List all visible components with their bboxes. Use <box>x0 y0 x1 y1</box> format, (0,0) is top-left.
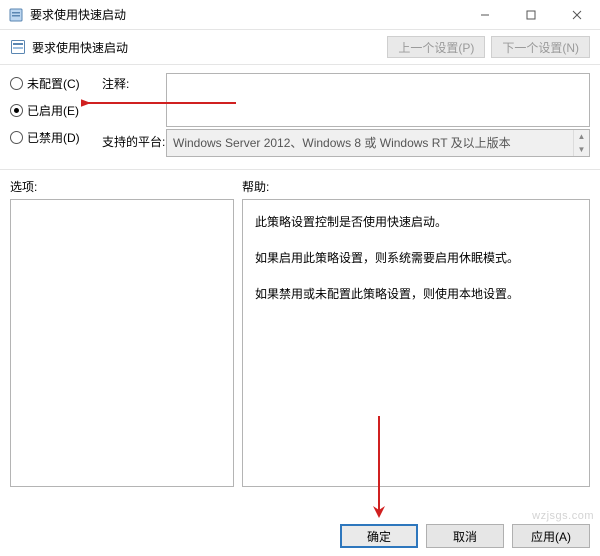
radio-circle-icon <box>10 131 23 144</box>
help-paragraph: 如果禁用或未配置此策略设置，则使用本地设置。 <box>255 282 577 306</box>
radio-label: 已启用(E) <box>27 102 79 119</box>
app-icon <box>8 7 24 23</box>
scroll-down-icon[interactable]: ▼ <box>574 143 589 156</box>
title-bar: 要求使用快速启动 <box>0 0 600 30</box>
radio-disabled[interactable]: 已禁用(D) <box>10 129 98 146</box>
scrollbar[interactable]: ▲ ▼ <box>573 130 589 156</box>
watermark: wzjsgs.com <box>532 510 594 522</box>
radio-enabled[interactable]: 已启用(E) <box>10 102 98 119</box>
radio-circle-icon <box>10 77 23 90</box>
policy-title: 要求使用快速启动 <box>32 39 128 56</box>
supported-on-label: 支持的平台: <box>102 127 162 150</box>
next-setting-button[interactable]: 下一个设置(N) <box>491 36 590 58</box>
minimize-button[interactable] <box>462 0 508 30</box>
previous-setting-button[interactable]: 上一个设置(P) <box>387 36 485 58</box>
supported-on-text: Windows Server 2012、Windows 8 或 Windows … <box>173 136 511 150</box>
radio-circle-icon <box>10 104 23 117</box>
settings-area: 未配置(C) 已启用(E) 已禁用(D) 注释: 支持的平台: Windows … <box>0 65 600 157</box>
help-panel: 此策略设置控制是否使用快速启动。 如果启用此策略设置，则系统需要启用休眠模式。 … <box>242 199 590 487</box>
policy-icon <box>10 39 26 55</box>
help-label: 帮助: <box>242 178 269 195</box>
supported-on-field: Windows Server 2012、Windows 8 或 Windows … <box>166 129 590 157</box>
cancel-button[interactable]: 取消 <box>426 524 504 548</box>
comment-label: 注释: <box>102 73 162 92</box>
radio-label: 未配置(C) <box>27 75 80 92</box>
apply-button[interactable]: 应用(A) <box>512 524 590 548</box>
radio-not-configured[interactable]: 未配置(C) <box>10 75 98 92</box>
maximize-button[interactable] <box>508 0 554 30</box>
lower-labels: 选项: 帮助: <box>0 170 600 199</box>
policy-header: 要求使用快速启动 上一个设置(P) 下一个设置(N) <box>0 30 600 62</box>
lower-panels: 此策略设置控制是否使用快速启动。 如果启用此策略设置，则系统需要启用休眠模式。 … <box>0 199 600 487</box>
window-controls <box>462 0 600 30</box>
options-label: 选项: <box>10 178 242 195</box>
close-button[interactable] <box>554 0 600 30</box>
help-paragraph: 此策略设置控制是否使用快速启动。 <box>255 210 577 234</box>
help-paragraph: 如果启用此策略设置，则系统需要启用休眠模式。 <box>255 246 577 270</box>
state-radio-group: 未配置(C) 已启用(E) 已禁用(D) <box>10 73 98 146</box>
comment-input[interactable] <box>166 73 590 127</box>
ok-button[interactable]: 确定 <box>340 524 418 548</box>
window-title: 要求使用快速启动 <box>30 6 126 23</box>
dialog-footer: 确定 取消 应用(A) <box>340 524 590 548</box>
radio-label: 已禁用(D) <box>27 129 80 146</box>
options-panel <box>10 199 234 487</box>
scroll-up-icon[interactable]: ▲ <box>574 130 589 143</box>
